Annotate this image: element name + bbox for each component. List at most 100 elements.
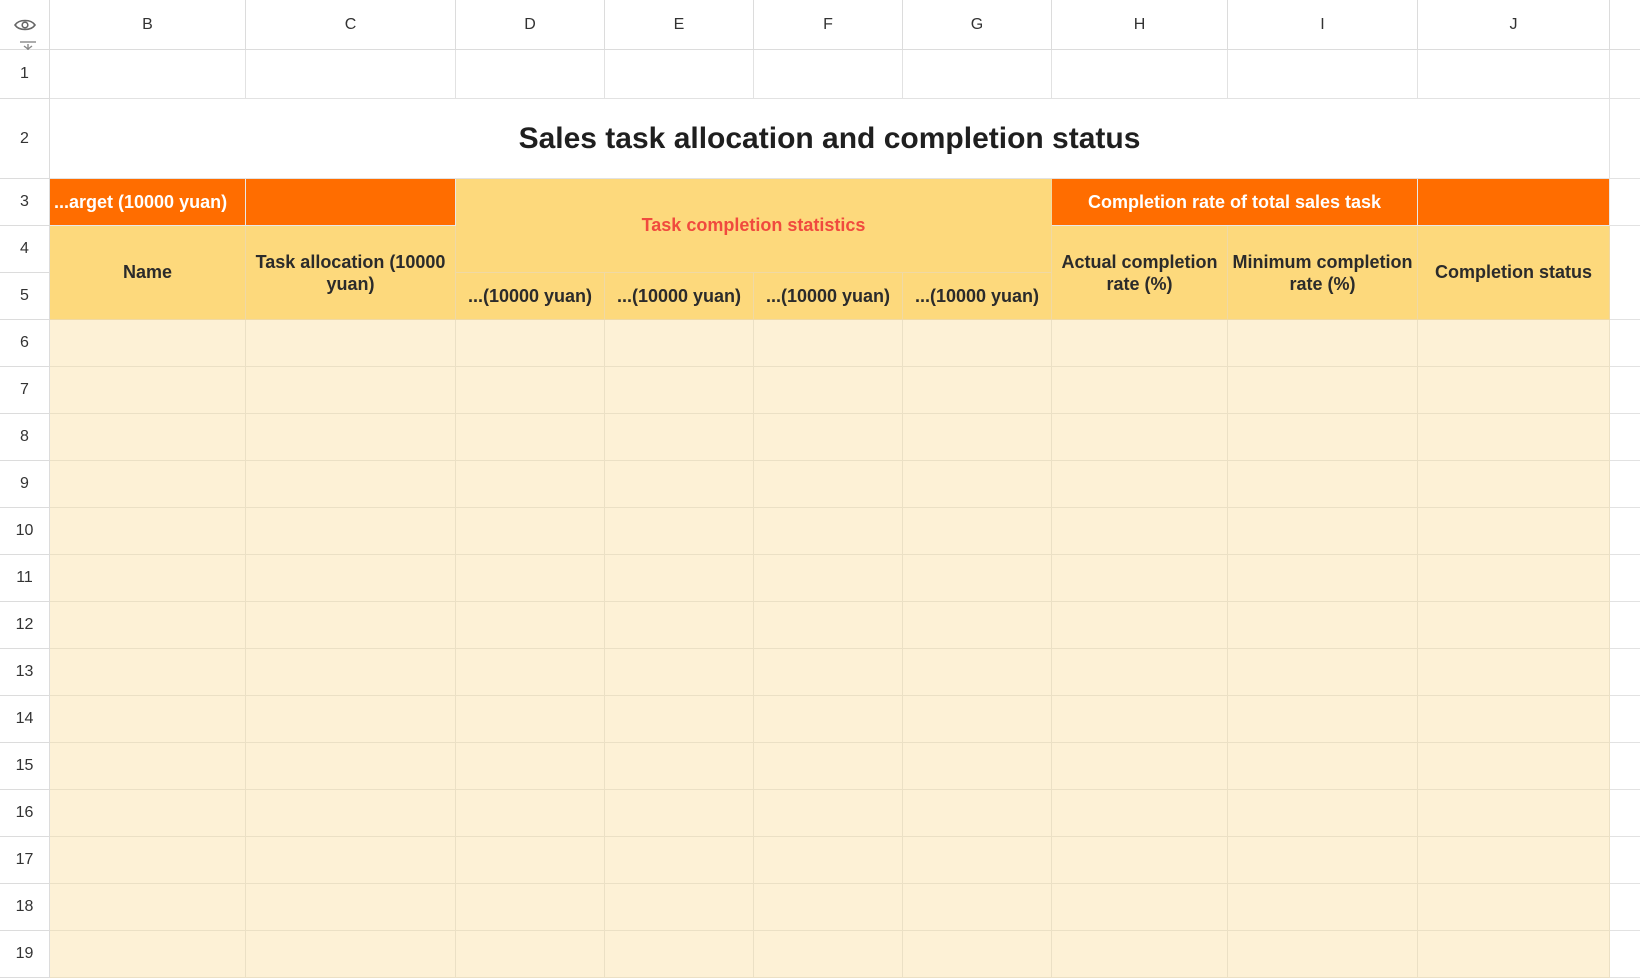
cell-h6[interactable]	[1052, 320, 1228, 367]
cell-c9[interactable]	[246, 461, 456, 508]
cell-e11[interactable]	[605, 555, 754, 602]
cell-i10[interactable]	[1228, 508, 1418, 555]
cell-e12[interactable]	[605, 602, 754, 649]
cell-g19[interactable]	[903, 931, 1052, 978]
cell-k7[interactable]	[1610, 367, 1640, 414]
cell-b7[interactable]	[50, 367, 246, 414]
cell-d11[interactable]	[456, 555, 605, 602]
column-header-e[interactable]: E	[605, 0, 754, 50]
cell-e15[interactable]	[605, 743, 754, 790]
cell-f7[interactable]	[754, 367, 903, 414]
cell-d10[interactable]	[456, 508, 605, 555]
row-header-17[interactable]: 17	[0, 837, 50, 884]
cell-j3[interactable]	[1418, 179, 1610, 226]
cell-d7[interactable]	[456, 367, 605, 414]
row-header-4[interactable]: 4	[0, 226, 50, 273]
cell-h17[interactable]	[1052, 837, 1228, 884]
cell-k13[interactable]	[1610, 649, 1640, 696]
cell-g16[interactable]	[903, 790, 1052, 837]
cell-h13[interactable]	[1052, 649, 1228, 696]
cell-f10[interactable]	[754, 508, 903, 555]
cell-j7[interactable]	[1418, 367, 1610, 414]
cell-k11[interactable]	[1610, 555, 1640, 602]
cell-e14[interactable]	[605, 696, 754, 743]
cell-f19[interactable]	[754, 931, 903, 978]
cell-c17[interactable]	[246, 837, 456, 884]
row-header-14[interactable]: 14	[0, 696, 50, 743]
cell-f12[interactable]	[754, 602, 903, 649]
header-d5[interactable]: ...(10000 yuan)	[456, 273, 605, 320]
cell-i12[interactable]	[1228, 602, 1418, 649]
cell-c16[interactable]	[246, 790, 456, 837]
sheet-title[interactable]: Sales task allocation and completion sta…	[50, 99, 1610, 179]
cell-b11[interactable]	[50, 555, 246, 602]
cell-e18[interactable]	[605, 884, 754, 931]
cell-b3-target[interactable]: ...arget (10000 yuan)	[50, 179, 246, 226]
column-header-g[interactable]: G	[903, 0, 1052, 50]
row-header-5[interactable]: 5	[0, 273, 50, 320]
cell-d17[interactable]	[456, 837, 605, 884]
row-header-2[interactable]: 2	[0, 99, 50, 179]
cell-j9[interactable]	[1418, 461, 1610, 508]
column-header-d[interactable]: D	[456, 0, 605, 50]
cell-d16[interactable]	[456, 790, 605, 837]
cell-c19[interactable]	[246, 931, 456, 978]
cell-d13[interactable]	[456, 649, 605, 696]
cell-i11[interactable]	[1228, 555, 1418, 602]
cell-h15[interactable]	[1052, 743, 1228, 790]
cell-g1[interactable]	[903, 50, 1052, 99]
cell-h8[interactable]	[1052, 414, 1228, 461]
cell-b8[interactable]	[50, 414, 246, 461]
cell-j10[interactable]	[1418, 508, 1610, 555]
cell-c8[interactable]	[246, 414, 456, 461]
cell-k14[interactable]	[1610, 696, 1640, 743]
cell-h14[interactable]	[1052, 696, 1228, 743]
column-header-k[interactable]	[1610, 0, 1640, 50]
cell-e7[interactable]	[605, 367, 754, 414]
cell-g12[interactable]	[903, 602, 1052, 649]
cell-h7[interactable]	[1052, 367, 1228, 414]
cell-j6[interactable]	[1418, 320, 1610, 367]
row-header-7[interactable]: 7	[0, 367, 50, 414]
cell-g18[interactable]	[903, 884, 1052, 931]
cell-j15[interactable]	[1418, 743, 1610, 790]
cell-g10[interactable]	[903, 508, 1052, 555]
cell-e19[interactable]	[605, 931, 754, 978]
cell-i18[interactable]	[1228, 884, 1418, 931]
cell-d12[interactable]	[456, 602, 605, 649]
header-task-allocation[interactable]: Task allocation (10000 yuan)	[246, 226, 456, 320]
cell-b14[interactable]	[50, 696, 246, 743]
cell-g13[interactable]	[903, 649, 1052, 696]
cell-b6[interactable]	[50, 320, 246, 367]
cell-h9[interactable]	[1052, 461, 1228, 508]
cell-d6[interactable]	[456, 320, 605, 367]
header-name[interactable]: Name	[50, 226, 246, 320]
cell-e17[interactable]	[605, 837, 754, 884]
cell-i8[interactable]	[1228, 414, 1418, 461]
cell-b9[interactable]	[50, 461, 246, 508]
cell-i14[interactable]	[1228, 696, 1418, 743]
cell-h1[interactable]	[1052, 50, 1228, 99]
cell-i6[interactable]	[1228, 320, 1418, 367]
cell-c12[interactable]	[246, 602, 456, 649]
cell-d9[interactable]	[456, 461, 605, 508]
row-header-15[interactable]: 15	[0, 743, 50, 790]
cell-k1[interactable]	[1610, 50, 1640, 99]
header-completion-status[interactable]: Completion status	[1418, 226, 1610, 320]
cell-h16[interactable]	[1052, 790, 1228, 837]
header-actual-completion-rate[interactable]: Actual completion rate (%)	[1052, 226, 1228, 320]
column-header-f[interactable]: F	[754, 0, 903, 50]
column-header-i[interactable]: I	[1228, 0, 1418, 50]
cell-i17[interactable]	[1228, 837, 1418, 884]
cell-k12[interactable]	[1610, 602, 1640, 649]
cell-h18[interactable]	[1052, 884, 1228, 931]
cell-f13[interactable]	[754, 649, 903, 696]
header-e5[interactable]: ...(10000 yuan)	[605, 273, 754, 320]
cell-f11[interactable]	[754, 555, 903, 602]
cell-d18[interactable]	[456, 884, 605, 931]
cell-b1[interactable]	[50, 50, 246, 99]
cell-b17[interactable]	[50, 837, 246, 884]
row-header-3[interactable]: 3	[0, 179, 50, 226]
cell-c15[interactable]	[246, 743, 456, 790]
cell-h3-completion-rate-total[interactable]: Completion rate of total sales task	[1052, 179, 1418, 226]
